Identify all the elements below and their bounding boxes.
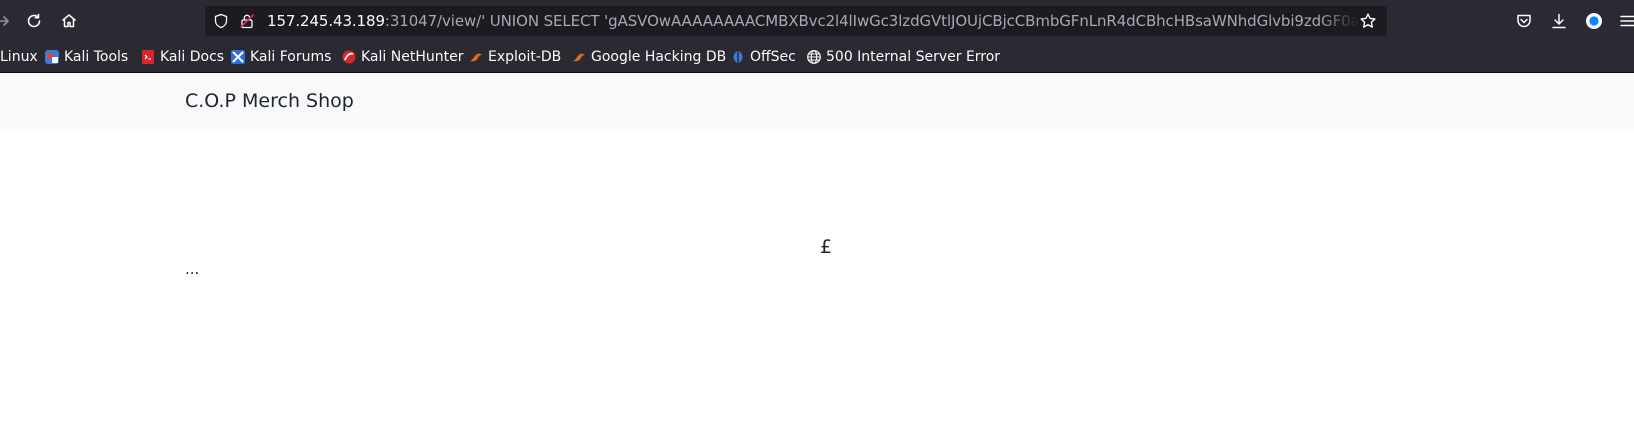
bookmark-label: Kali Forums	[250, 49, 332, 65]
account-icon	[1586, 13, 1602, 29]
hamburger-menu-icon	[1620, 15, 1634, 27]
reload-icon	[27, 13, 41, 28]
forward-button[interactable]	[0, 9, 16, 33]
shield-icon[interactable]	[213, 13, 229, 29]
bookmark-kali-docs[interactable]: Kali Docs	[140, 42, 224, 72]
nethunter-icon	[341, 49, 357, 65]
bookmark-kali-tools[interactable]: Kali Tools	[44, 42, 128, 72]
downloads-button[interactable]	[1547, 9, 1571, 33]
ghdb-icon	[571, 49, 587, 65]
bookmark-label: Linux	[0, 49, 38, 65]
download-icon	[1552, 13, 1566, 29]
offsec-icon	[730, 49, 746, 65]
star-icon	[1360, 13, 1376, 28]
forward-arrow-icon	[0, 16, 9, 26]
browser-toolbar: 157.245.43.189:31047/view/' UNION SELECT…	[0, 0, 1634, 42]
bookmark-offsec[interactable]: OffSec	[730, 42, 796, 72]
bookmark-label: Google Hacking DB	[591, 49, 727, 65]
home-icon	[62, 14, 76, 28]
pocket-button[interactable]	[1512, 9, 1536, 33]
bookmark-star-button[interactable]	[1359, 12, 1377, 30]
bookmark-label: Kali NetHunter	[361, 49, 464, 65]
bookmark-500-error[interactable]: 500 Internal Server Error	[806, 42, 1000, 72]
bookmark-google-hacking-db[interactable]: Google Hacking DB	[571, 42, 726, 72]
product-description: ...	[185, 260, 200, 278]
reload-button[interactable]	[22, 9, 46, 33]
exploit-db-icon	[468, 49, 484, 65]
bookmark-linux[interactable]: Linux	[0, 42, 38, 72]
home-button[interactable]	[57, 9, 81, 33]
kali-forums-icon	[230, 49, 246, 65]
bookmark-label: Kali Docs	[160, 49, 225, 65]
url-host: 157.245.43.189	[267, 12, 385, 30]
bookmark-kali-nethunter[interactable]: Kali NetHunter	[341, 42, 463, 72]
bookmark-label: 500 Internal Server Error	[826, 49, 1001, 65]
bookmark-label: Exploit-DB	[488, 49, 562, 65]
bookmark-label: OffSec	[750, 49, 796, 65]
kali-docs-icon	[140, 49, 156, 65]
bookmark-label: Kali Tools	[64, 49, 129, 65]
kali-tools-icon	[44, 49, 60, 65]
url-text[interactable]: 157.245.43.189:31047/view/' UNION SELECT…	[267, 6, 1359, 36]
bookmark-exploit-db[interactable]: Exploit-DB	[468, 42, 561, 72]
account-button[interactable]	[1582, 9, 1606, 33]
insecure-lock-icon[interactable]	[239, 13, 255, 29]
bookmarks-toolbar: Linux Kali Tools Kali Docs Kali Forums K…	[0, 42, 1634, 73]
bookmark-kali-forums[interactable]: Kali Forums	[230, 42, 331, 72]
navbar-brand[interactable]: C.O.P Merch Shop	[185, 73, 354, 129]
product-price: £	[820, 236, 833, 258]
pocket-icon	[1517, 14, 1531, 28]
url-bar[interactable]: 157.245.43.189:31047/view/' UNION SELECT…	[205, 6, 1387, 36]
globe-icon	[806, 49, 822, 65]
url-fade	[1319, 6, 1359, 36]
menu-button[interactable]	[1616, 9, 1634, 33]
url-path: :31047/view/' UNION SELECT 'gASVOwAAAAAA…	[384, 12, 1359, 30]
site-navbar: C.O.P Merch Shop	[0, 73, 1634, 129]
